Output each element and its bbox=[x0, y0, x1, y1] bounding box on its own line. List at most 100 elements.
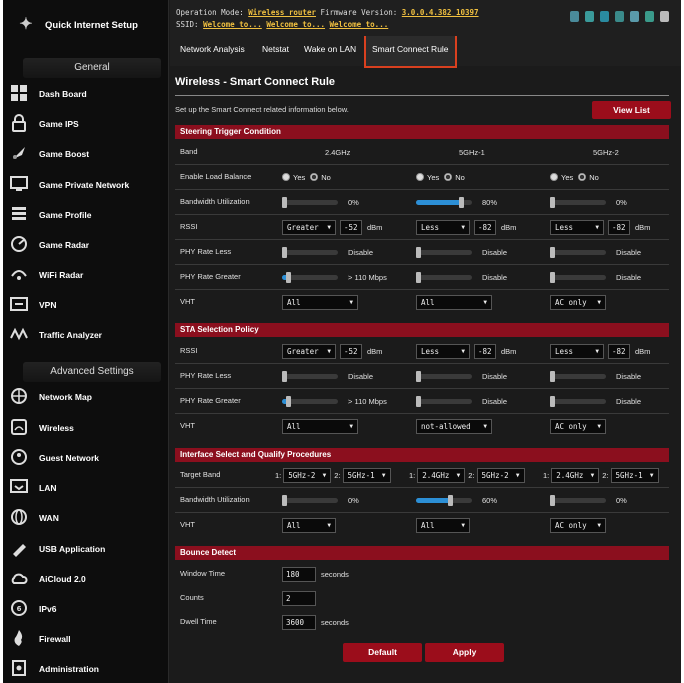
lb-2g-yes-radio[interactable]: Yes bbox=[282, 173, 305, 182]
target-band-2g-priority-1-select[interactable]: 5GHz-2 ▼ bbox=[283, 467, 332, 483]
steer-rssi-5g2-operator-select[interactable]: Less ▼ bbox=[550, 219, 604, 235]
steer-phy-less-5g1-slider[interactable] bbox=[416, 246, 472, 258]
target-band-5g2-priority-2-select[interactable]: 5GHz-1 ▼ bbox=[610, 467, 659, 483]
slider-knob[interactable] bbox=[550, 271, 555, 283]
steer-phy-less-5g2-slider[interactable] bbox=[550, 246, 606, 258]
wan-status-icon[interactable] bbox=[585, 11, 594, 22]
sidebar-item-guest-network[interactable]: Guest Network bbox=[11, 445, 165, 471]
slider-knob[interactable] bbox=[550, 370, 555, 382]
sidebar-item-wan[interactable]: WAN bbox=[11, 505, 165, 531]
sidebar-item-game-profile[interactable]: Game Profile bbox=[12, 202, 165, 228]
sidebar-item-lan[interactable]: LAN bbox=[10, 475, 165, 501]
sta-rssi-5g1-value-input[interactable]: -82 bbox=[474, 343, 496, 359]
sta-phy-less-2g-slider[interactable] bbox=[282, 370, 338, 382]
default-button[interactable]: Default bbox=[343, 643, 422, 662]
sidebar-item-firewall[interactable]: Firewall bbox=[14, 626, 165, 652]
tab-smart-connect-rule[interactable]: Smart Connect Rule bbox=[364, 36, 457, 68]
sta-rssi-5g2-value-input[interactable]: -82 bbox=[608, 343, 630, 359]
slider-knob[interactable] bbox=[416, 395, 421, 407]
sidebar-item-traffic-analyzer[interactable]: Traffic Analyzer bbox=[10, 322, 165, 348]
sidebar-item-aicloud-2-0[interactable]: AiCloud 2.0 bbox=[11, 566, 165, 592]
steer-phy-greater-5g1-slider[interactable] bbox=[416, 271, 472, 283]
sidebar-item-game-boost[interactable]: Game Boost bbox=[13, 141, 165, 167]
slider-knob[interactable] bbox=[416, 246, 421, 258]
tab-netstat[interactable]: Netstat bbox=[256, 36, 295, 62]
slider-knob[interactable] bbox=[285, 395, 291, 407]
steer-rssi-5g2-value-input[interactable]: -82 bbox=[608, 219, 630, 235]
target-band-5g2-priority-1-select[interactable]: 2.4GHz ▼ bbox=[551, 467, 600, 483]
sta-vht-2g-select[interactable]: All ▼ bbox=[282, 418, 358, 434]
slider-knob[interactable] bbox=[282, 370, 287, 382]
steer-vht-5g2-select[interactable]: AC only ▼ bbox=[550, 294, 606, 310]
target-band-5g1-priority-2-select[interactable]: 5GHz-2 ▼ bbox=[476, 467, 525, 483]
lb-2g-no-radio[interactable]: No bbox=[310, 173, 331, 182]
target-band-5g1-priority-1-select[interactable]: 2.4GHz ▼ bbox=[417, 467, 466, 483]
sidebar-item-wifi-radar[interactable]: WiFi Radar bbox=[11, 262, 165, 288]
sta-rssi-5g2-operator-select[interactable]: Less ▼ bbox=[550, 343, 604, 359]
slider-knob[interactable] bbox=[447, 494, 453, 506]
sta-phy-greater-2g-slider[interactable] bbox=[282, 395, 338, 407]
slider-knob[interactable] bbox=[282, 246, 287, 258]
slider-knob[interactable] bbox=[550, 494, 555, 506]
slider-knob[interactable] bbox=[458, 196, 464, 208]
lb-5g2-no-radio[interactable]: No bbox=[578, 173, 599, 182]
iface-vht-5g1-select[interactable]: All ▼ bbox=[416, 517, 470, 533]
slider-knob[interactable] bbox=[282, 196, 287, 208]
lb-5g2-yes-radio[interactable]: Yes bbox=[550, 173, 573, 182]
steer-vht-2g-select[interactable]: All ▼ bbox=[282, 294, 358, 310]
counts-input[interactable]: 2 bbox=[282, 590, 316, 606]
steer-phy-greater-5g2-slider[interactable] bbox=[550, 271, 606, 283]
sidebar-item-wireless[interactable]: Wireless bbox=[11, 415, 165, 441]
sidebar-item-vpn[interactable]: VPN bbox=[10, 292, 165, 318]
iface-bw-2g-slider[interactable] bbox=[282, 494, 338, 506]
lb-5g1-yes-radio[interactable]: Yes bbox=[416, 173, 439, 182]
sta-rssi-2g-value-input[interactable]: -52 bbox=[340, 343, 362, 359]
iface-bw-5g1-slider[interactable] bbox=[416, 494, 472, 506]
sidebar-item-game-ips[interactable]: Game IPS bbox=[12, 111, 165, 137]
steer-bw-2g-slider[interactable] bbox=[282, 196, 338, 208]
sidebar-item-usb-application[interactable]: USB Application bbox=[13, 536, 165, 562]
steer-rssi-5g1-operator-select[interactable]: Less ▼ bbox=[416, 219, 470, 235]
slider-knob[interactable] bbox=[550, 196, 555, 208]
sta-phy-greater-5g2-slider[interactable] bbox=[550, 395, 606, 407]
slider-knob[interactable] bbox=[416, 271, 421, 283]
steer-bw-5g1-slider[interactable] bbox=[416, 196, 472, 208]
usb-status-icon[interactable] bbox=[630, 11, 639, 22]
sta-phy-less-5g2-slider[interactable] bbox=[550, 370, 606, 382]
gear-icon[interactable] bbox=[660, 11, 669, 22]
sta-phy-greater-5g1-slider[interactable] bbox=[416, 395, 472, 407]
sta-phy-less-5g1-slider[interactable] bbox=[416, 370, 472, 382]
view-list-button[interactable]: View List bbox=[592, 101, 671, 119]
tab-network-analysis[interactable]: Network Analysis bbox=[174, 36, 251, 62]
steer-rssi-5g1-value-input[interactable]: -82 bbox=[474, 219, 496, 235]
client-status-icon[interactable] bbox=[615, 11, 624, 22]
sta-rssi-2g-operator-select[interactable]: Greater ▼ bbox=[282, 343, 336, 359]
ssid-1[interactable]: Welcome to... bbox=[203, 20, 262, 29]
sta-vht-5g1-select[interactable]: not-allowed ▼ bbox=[416, 418, 492, 434]
ssid-2[interactable]: Welcome to... bbox=[266, 20, 325, 29]
slider-knob[interactable] bbox=[550, 395, 555, 407]
sta-rssi-5g1-operator-select[interactable]: Less ▼ bbox=[416, 343, 470, 359]
target-band-2g-priority-2-select[interactable]: 5GHz-1 ▼ bbox=[342, 467, 391, 483]
sidebar-item-ipv6[interactable]: 6 IPv6 bbox=[11, 596, 165, 622]
app-status-icon[interactable] bbox=[645, 11, 654, 22]
steer-vht-5g1-select[interactable]: All ▼ bbox=[416, 294, 492, 310]
slider-knob[interactable] bbox=[416, 370, 421, 382]
slider-knob[interactable] bbox=[550, 246, 555, 258]
fw-link[interactable]: 3.0.0.4.382_10397 bbox=[402, 8, 479, 17]
slider-knob[interactable] bbox=[285, 271, 291, 283]
sidebar-item-game-radar[interactable]: Game Radar bbox=[11, 232, 165, 258]
steer-rssi-2g-value-input[interactable]: -52 bbox=[340, 219, 362, 235]
settings-status-icon[interactable] bbox=[600, 11, 609, 22]
lb-5g1-no-radio[interactable]: No bbox=[444, 173, 465, 182]
quick-internet-setup[interactable]: ✦ Quick Internet Setup bbox=[15, 10, 163, 40]
slider-knob[interactable] bbox=[282, 494, 287, 506]
steer-bw-5g2-slider[interactable] bbox=[550, 196, 606, 208]
steer-rssi-2g-operator-select[interactable]: Greater ▼ bbox=[282, 219, 336, 235]
sta-vht-5g2-select[interactable]: AC only ▼ bbox=[550, 418, 606, 434]
op-mode-link[interactable]: Wireless router bbox=[248, 8, 316, 17]
tab-wake-on-lan[interactable]: Wake on LAN bbox=[298, 36, 362, 62]
ssid-3[interactable]: Welcome to... bbox=[330, 20, 389, 29]
steer-phy-less-2g-slider[interactable] bbox=[282, 246, 338, 258]
apply-button[interactable]: Apply bbox=[425, 643, 504, 662]
